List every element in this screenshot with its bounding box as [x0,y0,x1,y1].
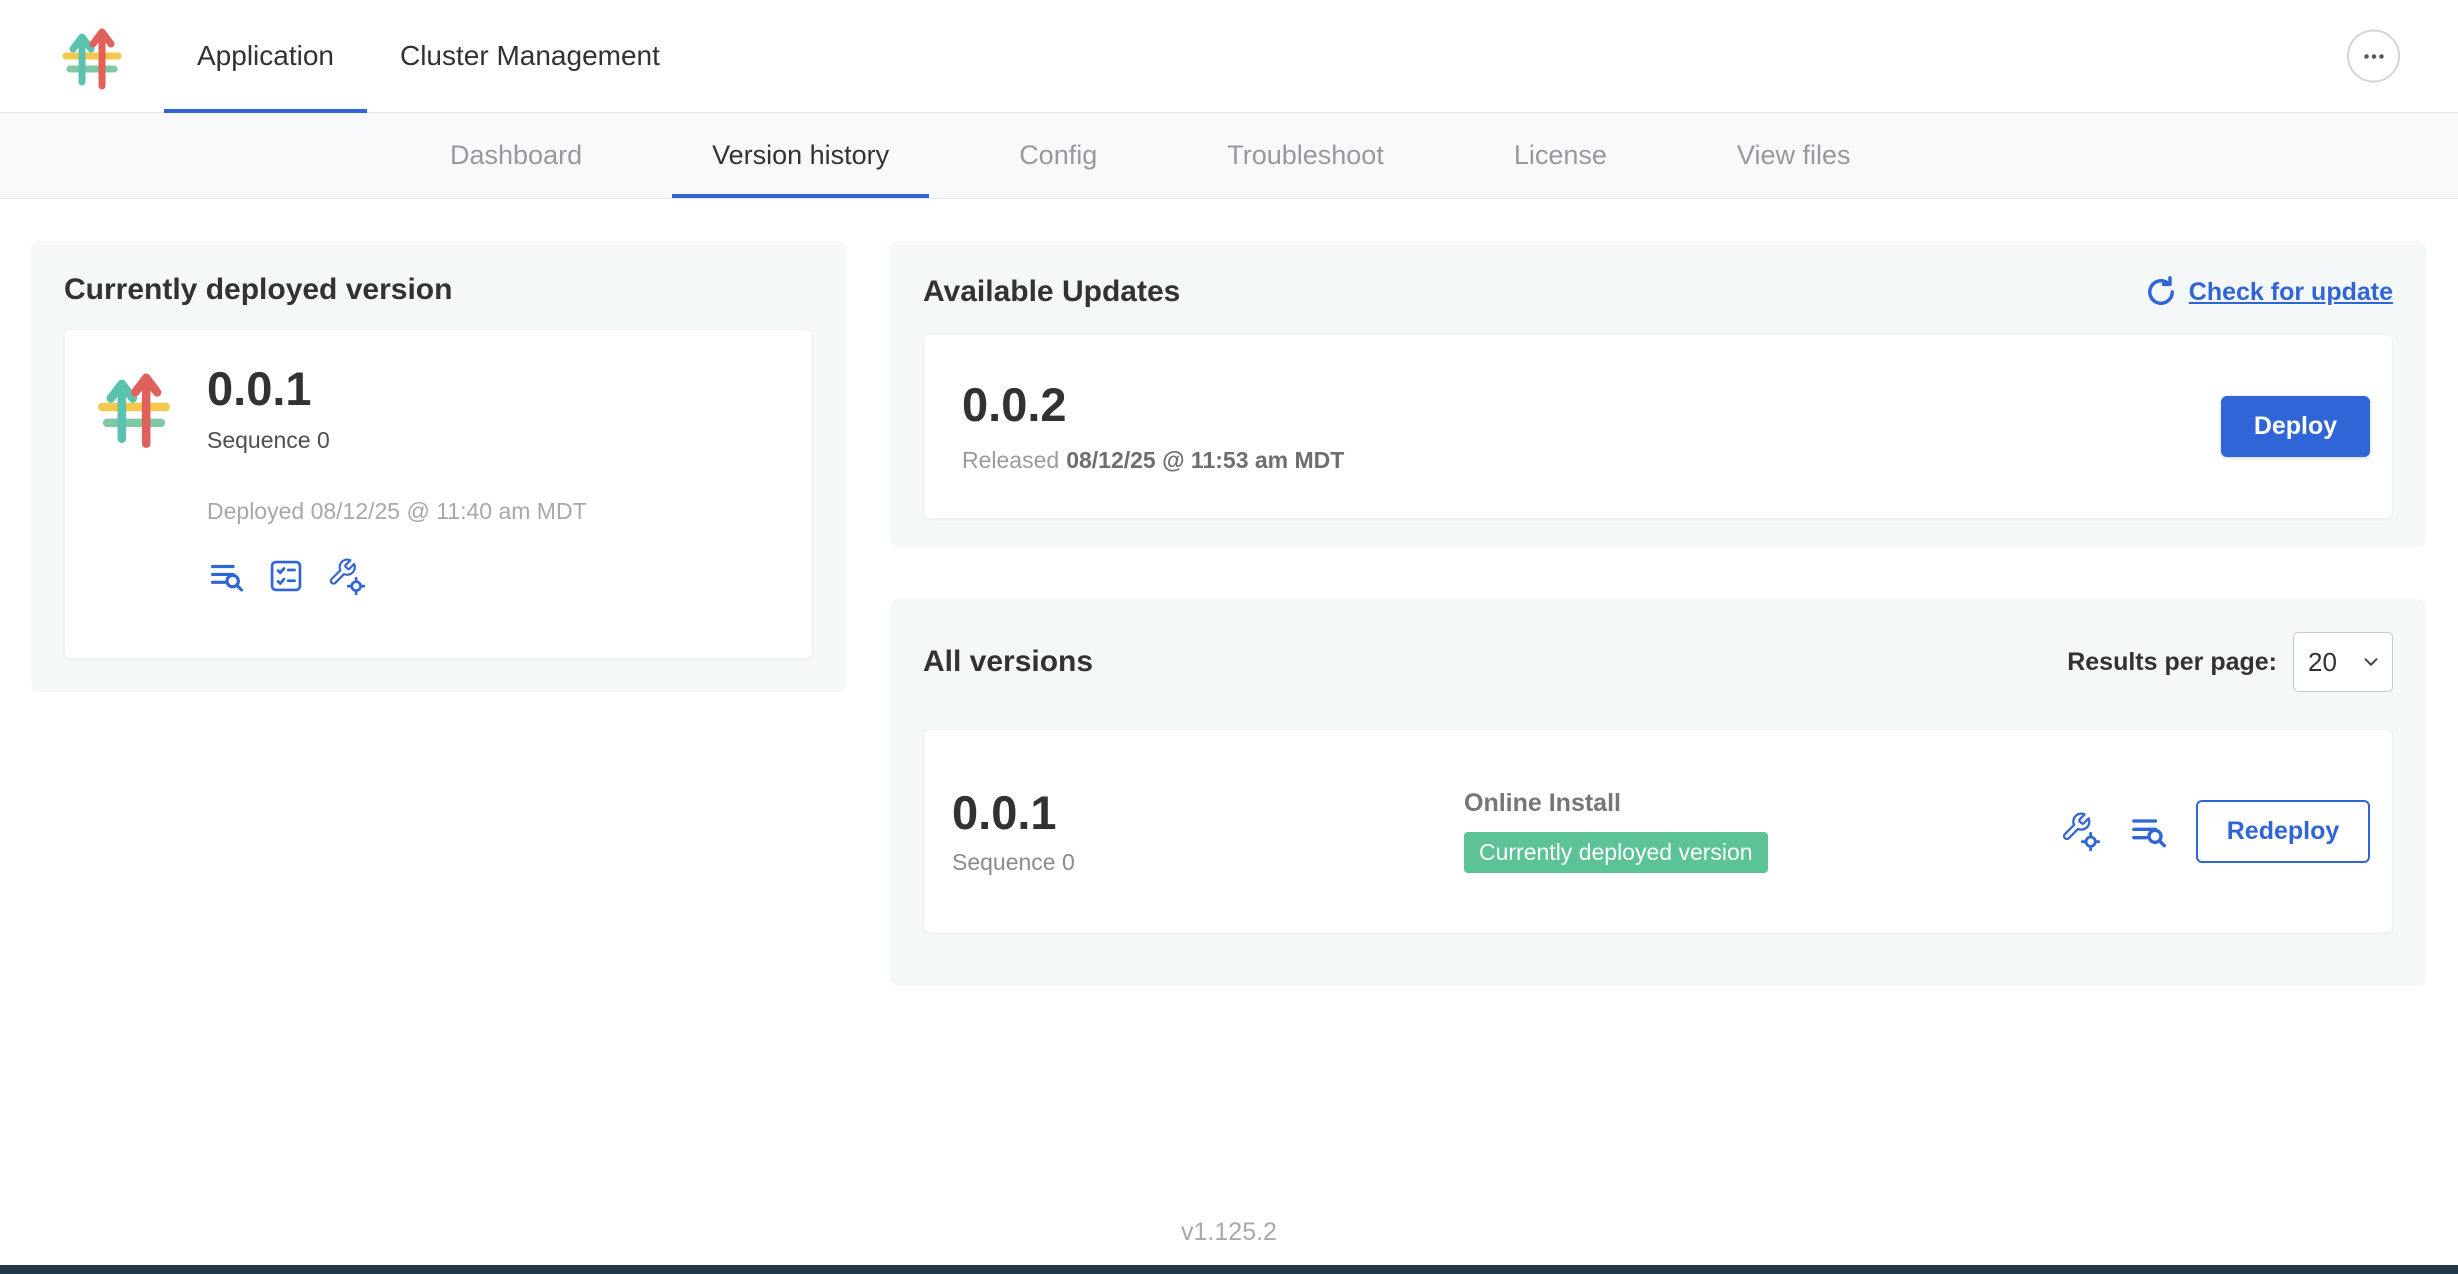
subnav-item-license[interactable]: License [1474,113,1647,198]
available-updates-header: Available Updates Check for update [923,274,2393,310]
update-released-line: Released 08/12/25 @ 11:53 am MDT [962,447,1344,474]
update-version-info: 0.0.2 Released 08/12/25 @ 11:53 am MDT [962,379,1344,474]
update-version-number: 0.0.2 [962,379,1344,431]
results-per-page: Results per page: 20 [2067,632,2393,692]
available-update-row: 0.0.2 Released 08/12/25 @ 11:53 am MDT De… [923,334,2393,519]
primary-nav: Application Cluster Management [164,0,693,112]
deployed-sequence: Sequence 0 [207,427,587,454]
deployed-version-panel: 0.0.1 Sequence 0 Deployed 08/12/25 @ 11:… [64,329,813,659]
row-actions: Redeploy [2060,800,2370,863]
secondary-nav: Dashboard Version history Config Trouble… [0,113,2458,199]
preflight-checks-icon[interactable] [267,557,305,595]
available-updates-title: Available Updates [923,276,1180,308]
check-for-update-label: Check for update [2189,278,2393,307]
released-date: 08/12/25 @ 11:53 am MDT [1066,447,1344,473]
deployed-version-info: 0.0.1 Sequence 0 Deployed 08/12/25 @ 11:… [207,363,587,625]
top-navbar: Application Cluster Management [0,0,2458,113]
row-install-type: Online Install [1464,789,2060,818]
redeploy-button[interactable]: Redeploy [2196,800,2370,863]
subnav-item-troubleshoot[interactable]: Troubleshoot [1187,113,1424,198]
deploy-button[interactable]: Deploy [2221,396,2370,457]
deployed-version-number: 0.0.1 [207,363,587,415]
currently-deployed-card: Currently deployed version 0.0.1 Sequenc… [31,241,846,692]
check-for-update-link[interactable]: Check for update [2143,274,2393,310]
released-prefix: Released [962,447,1059,473]
currently-deployed-badge: Currently deployed version [1464,832,1768,873]
deployed-timestamp: Deployed 08/12/25 @ 11:40 am MDT [207,498,587,525]
release-notes-icon[interactable] [2128,811,2168,851]
row-version-info: 0.0.1 Sequence 0 [952,787,1464,876]
chevron-down-icon [2360,651,2382,673]
subnav-item-config[interactable]: Config [979,113,1137,198]
all-versions-card: All versions Results per page: 20 [890,599,2426,986]
main-content: Currently deployed version 0.0.1 Sequenc… [0,199,2458,986]
row-meta: Online Install Currently deployed versio… [1464,789,2060,873]
available-updates-card: Available Updates Check for update 0.0.2 [890,241,2426,547]
results-per-page-value: 20 [2308,647,2337,678]
results-per-page-select[interactable]: 20 [2293,632,2393,692]
deployed-actions [207,557,587,595]
edit-config-icon[interactable] [327,557,365,595]
all-versions-title: All versions [923,646,1093,678]
results-per-page-label: Results per page: [2067,648,2277,677]
edit-config-icon[interactable] [2060,811,2100,851]
ellipsis-icon [2359,41,2389,71]
deployed-card-title: Currently deployed version [64,274,813,306]
tab-cluster-management[interactable]: Cluster Management [367,0,693,112]
all-versions-header: All versions Results per page: 20 [923,632,2393,692]
tab-application[interactable]: Application [164,0,367,112]
version-row: 0.0.1 Sequence 0 Online Install Currentl… [923,729,2393,933]
footer: v1.125.2 [0,1218,2458,1274]
more-menu-button[interactable] [2347,30,2400,83]
row-sequence: Sequence 0 [952,849,1464,876]
app-logo-icon[interactable] [60,22,124,90]
console-version: v1.125.2 [0,1218,2458,1247]
subnav-item-view-files[interactable]: View files [1697,113,1891,198]
subnav-item-dashboard[interactable]: Dashboard [410,113,622,198]
app-version-icon [95,363,173,451]
subnav-item-version-history[interactable]: Version history [672,113,929,198]
row-version-number: 0.0.1 [952,787,1464,839]
right-column: Available Updates Check for update 0.0.2 [890,241,2426,986]
footer-bar [0,1265,2458,1274]
release-notes-icon[interactable] [207,557,245,595]
refresh-icon [2143,274,2179,310]
